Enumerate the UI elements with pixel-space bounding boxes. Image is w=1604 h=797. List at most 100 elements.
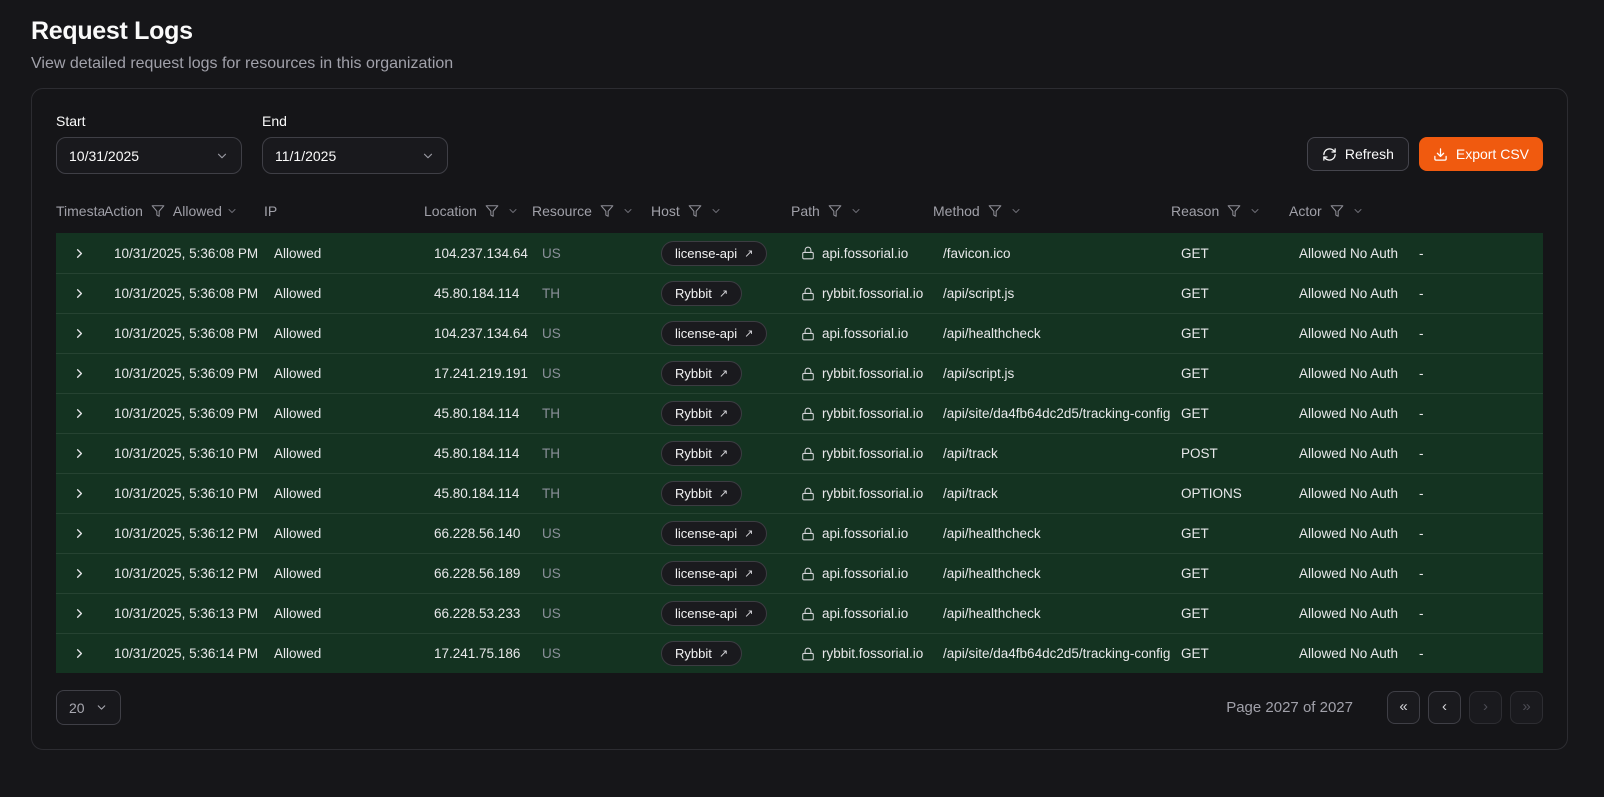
chevron-right-icon	[72, 366, 87, 381]
row-reason: Allowed No Auth	[1289, 406, 1409, 421]
table-row[interactable]: 10/31/2025, 5:36:08 PM Allowed 104.237.1…	[56, 313, 1543, 353]
resource-badge[interactable]: Rybbit ↗	[661, 441, 742, 466]
row-reason: Allowed No Auth	[1289, 326, 1409, 341]
row-method: GET	[1171, 606, 1289, 621]
page-size-select[interactable]: 20	[56, 690, 121, 725]
table-row[interactable]: 10/31/2025, 5:36:09 PM Allowed 17.241.21…	[56, 353, 1543, 393]
expand-row-button[interactable]	[70, 524, 89, 543]
expand-row-button[interactable]	[70, 484, 89, 503]
chevron-down-icon[interactable]	[1352, 205, 1364, 217]
resource-badge[interactable]: Rybbit ↗	[661, 361, 742, 386]
lock-icon	[801, 367, 815, 381]
start-date-select[interactable]: 10/31/2025	[56, 137, 242, 174]
lock-icon	[801, 527, 815, 541]
row-method: OPTIONS	[1171, 486, 1289, 501]
row-location: TH	[532, 286, 651, 301]
row-host: rybbit.fossorial.io	[822, 446, 923, 461]
external-link-icon: ↗	[744, 527, 753, 540]
table-row[interactable]: 10/31/2025, 5:36:09 PM Allowed 45.80.184…	[56, 393, 1543, 433]
table-row[interactable]: 10/31/2025, 5:36:08 PM Allowed 45.80.184…	[56, 273, 1543, 313]
lock-icon	[801, 246, 815, 260]
expand-row-button[interactable]	[70, 364, 89, 383]
row-path: /api/healthcheck	[933, 566, 1171, 581]
row-action: Allowed	[264, 406, 424, 421]
row-action: Allowed	[264, 326, 424, 341]
table-row[interactable]: 10/31/2025, 5:36:10 PM Allowed 45.80.184…	[56, 473, 1543, 513]
column-label: Reason	[1171, 203, 1219, 219]
expand-row-button[interactable]	[70, 564, 89, 583]
filter-icon[interactable]	[988, 204, 1002, 218]
expand-row-button[interactable]	[70, 604, 89, 623]
lock-icon	[801, 487, 815, 501]
filter-icon[interactable]	[1227, 204, 1241, 218]
filter-icon[interactable]	[151, 204, 165, 218]
resource-badge[interactable]: license-api ↗	[661, 241, 767, 266]
chevron-down-icon[interactable]	[850, 205, 862, 217]
resource-name: license-api	[675, 326, 737, 341]
request-logs-table: Timestamp Action Allowed IP Location Res…	[56, 196, 1543, 673]
next-page-button[interactable]: ›	[1469, 691, 1502, 724]
refresh-button[interactable]: Refresh	[1307, 137, 1409, 171]
row-action: Allowed	[264, 566, 424, 581]
table-row[interactable]: 10/31/2025, 5:36:12 PM Allowed 66.228.56…	[56, 553, 1543, 593]
filter-icon[interactable]	[1330, 204, 1344, 218]
chevron-down-icon[interactable]	[710, 205, 722, 217]
request-logs-card: Start 10/31/2025 End 11/1/2025	[31, 88, 1568, 750]
expand-row-button[interactable]	[70, 324, 89, 343]
resource-name: Rybbit	[675, 286, 712, 301]
resource-name: license-api	[675, 526, 737, 541]
resource-badge[interactable]: Rybbit ↗	[661, 641, 742, 666]
toolbar-actions: Refresh Export CSV	[1307, 137, 1543, 171]
external-link-icon: ↗	[719, 447, 728, 460]
end-date-select[interactable]: 11/1/2025	[262, 137, 448, 174]
chevron-down-icon[interactable]	[507, 205, 519, 217]
row-timestamp: 10/31/2025, 5:36:10 PM	[104, 446, 264, 461]
filter-value[interactable]: Allowed	[173, 203, 222, 219]
resource-badge[interactable]: license-api ↗	[661, 321, 767, 346]
column-label: Path	[791, 203, 820, 219]
lock-icon	[801, 607, 815, 621]
chevron-down-icon[interactable]	[1010, 205, 1022, 217]
chevron-down-icon[interactable]	[226, 205, 238, 217]
filter-icon[interactable]	[600, 204, 614, 218]
resource-badge[interactable]: license-api ↗	[661, 601, 767, 626]
column-label: IP	[264, 203, 277, 219]
resource-badge[interactable]: Rybbit ↗	[661, 401, 742, 426]
row-method: GET	[1171, 326, 1289, 341]
column-header-resource: Resource	[532, 203, 651, 219]
first-page-button[interactable]: «	[1387, 691, 1420, 724]
previous-page-button[interactable]: ‹	[1428, 691, 1461, 724]
resource-badge[interactable]: license-api ↗	[661, 561, 767, 586]
row-method: GET	[1171, 366, 1289, 381]
chevron-down-icon[interactable]	[622, 205, 634, 217]
export-csv-button[interactable]: Export CSV	[1419, 137, 1543, 171]
table-row[interactable]: 10/31/2025, 5:36:12 PM Allowed 66.228.56…	[56, 513, 1543, 553]
table-row[interactable]: 10/31/2025, 5:36:13 PM Allowed 66.228.53…	[56, 593, 1543, 633]
filter-icon[interactable]	[688, 204, 702, 218]
row-host: api.fossorial.io	[822, 606, 908, 621]
chevron-down-icon	[215, 149, 229, 163]
row-location: US	[532, 246, 651, 261]
resource-name: license-api	[675, 606, 737, 621]
resource-badge[interactable]: Rybbit ↗	[661, 281, 742, 306]
filter-icon[interactable]	[828, 204, 842, 218]
expand-row-button[interactable]	[70, 644, 89, 663]
column-header-timestamp: Timestamp	[56, 203, 104, 219]
column-header-path: Path	[791, 203, 933, 219]
expand-row-button[interactable]	[70, 244, 89, 263]
row-reason: Allowed No Auth	[1289, 486, 1409, 501]
chevron-down-icon[interactable]	[1249, 205, 1261, 217]
column-label: Actor	[1289, 203, 1322, 219]
expand-row-button[interactable]	[70, 284, 89, 303]
table-row[interactable]: 10/31/2025, 5:36:08 PM Allowed 104.237.1…	[56, 233, 1543, 273]
resource-badge[interactable]: license-api ↗	[661, 521, 767, 546]
table-row[interactable]: 10/31/2025, 5:36:14 PM Allowed 17.241.75…	[56, 633, 1543, 673]
row-location: US	[532, 326, 651, 341]
expand-row-button[interactable]	[70, 444, 89, 463]
resource-badge[interactable]: Rybbit ↗	[661, 481, 742, 506]
last-page-button[interactable]: »	[1510, 691, 1543, 724]
table-row[interactable]: 10/31/2025, 5:36:10 PM Allowed 45.80.184…	[56, 433, 1543, 473]
filter-icon[interactable]	[485, 204, 499, 218]
card-toolbar: Start 10/31/2025 End 11/1/2025	[56, 113, 1543, 174]
expand-row-button[interactable]	[70, 404, 89, 423]
